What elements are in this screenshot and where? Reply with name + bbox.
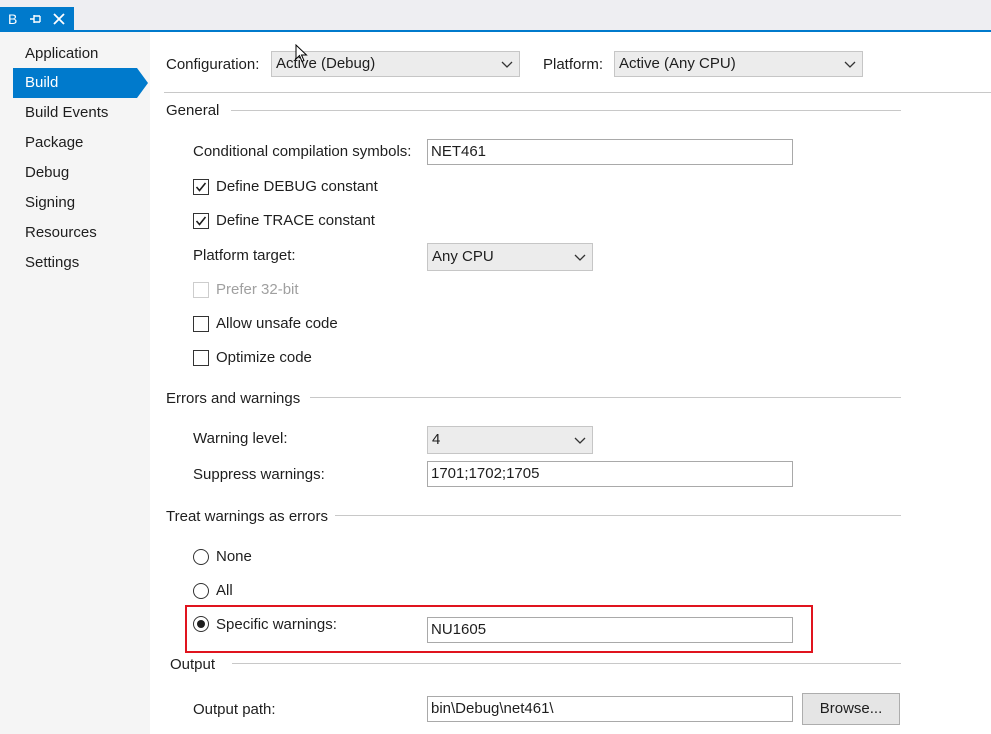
document-tab-strip <box>0 0 991 32</box>
configuration-label: Configuration: <box>166 56 260 73</box>
section-divider <box>232 663 901 664</box>
section-general-title: General <box>166 102 220 119</box>
checkmark-icon <box>195 182 207 192</box>
optimize-code-checkbox[interactable] <box>193 350 209 366</box>
warning-level-label: Warning level: <box>193 430 288 447</box>
selected-arrow <box>137 68 148 98</box>
platform-target-value: Any CPU <box>432 248 494 265</box>
define-debug-label: Define DEBUG constant <box>216 178 378 195</box>
sidebar-item-build[interactable]: Build <box>13 68 137 98</box>
sidebar-item-signing[interactable]: Signing <box>13 188 148 218</box>
chevron-down-icon <box>574 254 586 261</box>
output-path-input[interactable]: bin\Debug\net461\ <box>427 696 793 722</box>
browse-button[interactable]: Browse... <box>802 693 900 725</box>
platform-target-label: Platform target: <box>193 247 296 264</box>
pin-icon[interactable] <box>29 13 43 25</box>
symbols-input[interactable]: NET461 <box>427 139 793 165</box>
prefer-32bit-checkbox[interactable] <box>193 282 209 298</box>
define-trace-label: Define TRACE constant <box>216 212 375 229</box>
all-radio[interactable] <box>193 583 209 599</box>
output-path-label: Output path: <box>193 701 276 718</box>
sidebar-item-debug[interactable]: Debug <box>13 158 148 188</box>
warning-level-dropdown[interactable]: 4 <box>427 426 593 454</box>
configuration-value: Active (Debug) <box>276 55 376 72</box>
specific-warnings-radio[interactable] <box>193 616 209 632</box>
none-radio-label: None <box>216 548 252 565</box>
tab-title: B <box>8 11 18 27</box>
section-divider <box>231 110 901 111</box>
chevron-down-icon <box>844 61 856 68</box>
section-errors-title: Errors and warnings <box>166 390 301 407</box>
document-tab[interactable]: B <box>0 7 74 32</box>
radio-selected-dot <box>197 620 205 628</box>
suppress-warnings-label: Suppress warnings: <box>193 466 325 483</box>
prefer-32bit-label: Prefer 32-bit <box>216 281 299 298</box>
specific-warnings-label: Specific warnings: <box>216 616 337 633</box>
close-icon[interactable] <box>53 13 65 25</box>
none-radio[interactable] <box>193 549 209 565</box>
specific-warnings-input[interactable]: NU1605 <box>427 617 793 643</box>
platform-label: Platform: <box>543 56 604 73</box>
define-debug-checkbox[interactable] <box>193 179 209 195</box>
warning-level-value: 4 <box>432 431 441 448</box>
section-treat-title: Treat warnings as errors <box>166 508 328 525</box>
sidebar-item-resources[interactable]: Resources <box>13 218 148 248</box>
section-divider <box>310 397 901 398</box>
platform-target-dropdown[interactable]: Any CPU <box>427 243 593 271</box>
platform-value: Active (Any CPU) <box>619 55 736 72</box>
optimize-code-label: Optimize code <box>216 349 312 366</box>
symbols-label: Conditional compilation symbols: <box>193 143 412 160</box>
chevron-down-icon <box>501 61 513 68</box>
allow-unsafe-label: Allow unsafe code <box>216 315 338 332</box>
checkmark-icon <box>195 216 207 226</box>
sidebar-item-build-events[interactable]: Build Events <box>13 98 148 128</box>
all-radio-label: All <box>216 582 233 599</box>
section-divider <box>335 515 901 516</box>
platform-dropdown[interactable]: Active (Any CPU) <box>614 51 863 77</box>
sidebar-item-package[interactable]: Package <box>13 128 148 158</box>
section-output-title: Output <box>170 656 216 673</box>
sidebar-item-settings[interactable]: Settings <box>13 248 148 278</box>
suppress-warnings-input[interactable]: 1701;1702;1705 <box>427 461 793 487</box>
config-separator <box>164 92 991 93</box>
allow-unsafe-checkbox[interactable] <box>193 316 209 332</box>
chevron-down-icon <box>574 437 586 444</box>
sidebar-item-application[interactable]: Application <box>13 39 148 69</box>
mouse-cursor-icon <box>295 44 308 63</box>
define-trace-checkbox[interactable] <box>193 213 209 229</box>
